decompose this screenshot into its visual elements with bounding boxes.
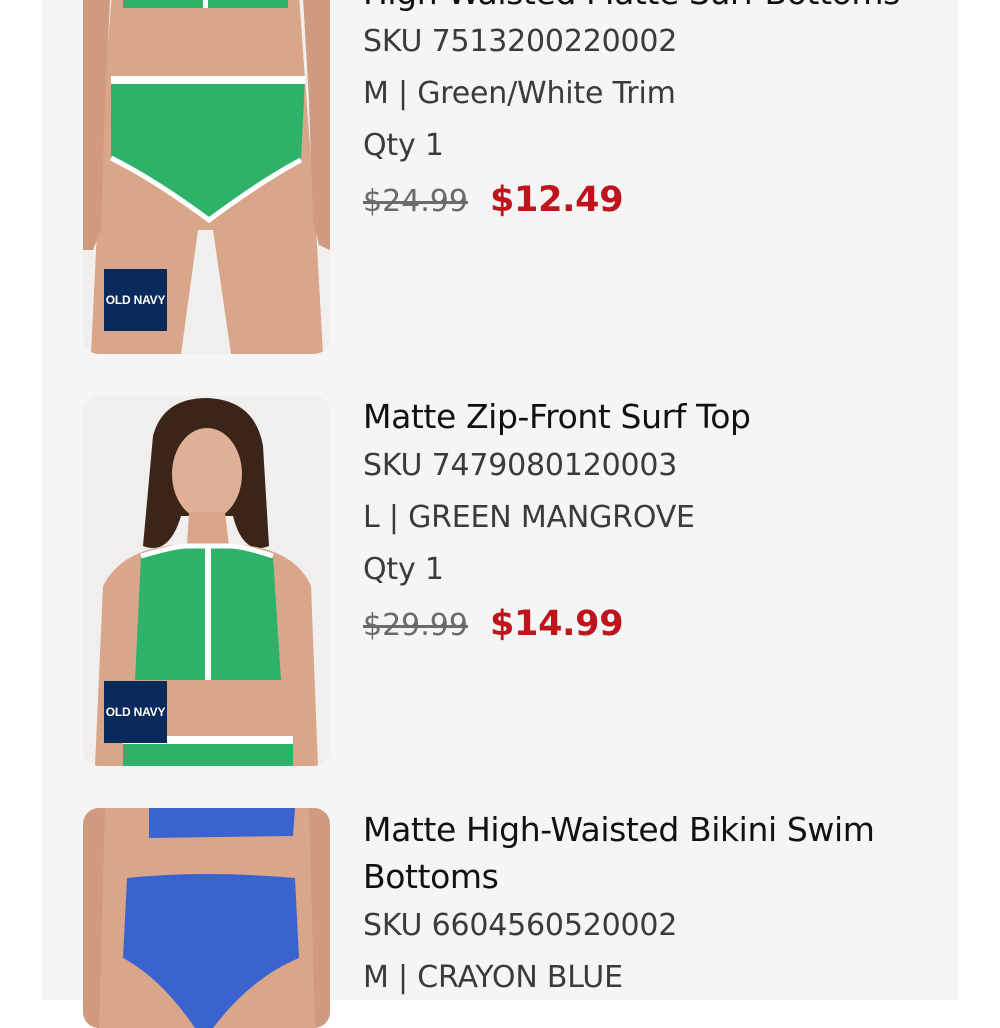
sale-price: $14.99 [489, 604, 624, 644]
product-name[interactable]: High-Waisted Matte Surf Bottoms [363, 0, 923, 16]
product-name[interactable]: Matte Zip-Front Surf Top [363, 393, 923, 440]
product-variant: L | GREEN MANGROVE [363, 500, 695, 535]
product-photo [83, 808, 330, 1028]
price-row: $29.99 $14.99 [363, 604, 923, 656]
cart-item-details: Matte High-Waisted Bikini Swim Bottoms S… [363, 806, 923, 1004]
product-quantity: Qty 1 [363, 552, 444, 587]
product-sku: SKU 7479080120003 [363, 448, 678, 483]
cart-item-details: Matte Zip-Front Surf Top SKU 74790801200… [363, 393, 923, 656]
product-name[interactable]: Matte High-Waisted Bikini Swim Bottoms [363, 806, 923, 900]
product-variant: M | CRAYON BLUE [363, 960, 623, 995]
cart-item-details: High-Waisted Matte Surf Bottoms SKU 7513… [363, 0, 923, 232]
product-image[interactable] [83, 808, 330, 1028]
original-price: $29.99 [363, 608, 468, 643]
brand-badge: OLD NAVY [104, 269, 167, 331]
product-variant: M | Green/White Trim [363, 76, 676, 111]
original-price: $24.99 [363, 184, 468, 219]
product-image[interactable]: OLD NAVY [83, 396, 330, 766]
product-sku: SKU 7513200220002 [363, 24, 678, 59]
product-sku: SKU 6604560520002 [363, 908, 678, 943]
product-quantity: Qty 1 [363, 128, 444, 163]
price-row: $24.99 $12.49 [363, 180, 923, 232]
cart-items-panel: OLD NAVY High-Waisted Matte Surf Bottoms… [42, 0, 958, 1028]
sale-price: $12.49 [489, 180, 624, 220]
brand-badge: OLD NAVY [104, 681, 167, 743]
product-image[interactable]: OLD NAVY [83, 0, 330, 354]
